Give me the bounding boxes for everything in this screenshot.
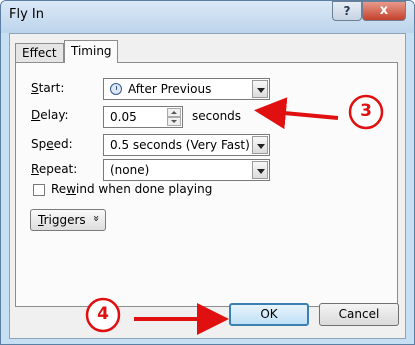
close-button[interactable]: x [362,1,406,21]
rewind-label-text: ind when done playing [76,182,213,196]
start-label: Start: [31,81,64,95]
speed-select[interactable]: 0.5 seconds (Very Fast) [103,134,270,156]
chevron-down-icon[interactable] [252,80,268,98]
repeat-value: (none) [110,163,150,177]
tab-timing[interactable]: Timing [64,40,118,63]
callout-number-4: 4 [97,304,109,324]
window-title: Fly In [9,7,44,22]
rewind-label[interactable]: Rewind when done playing [51,182,212,196]
delay-label-mnemonic: D [31,108,41,122]
delay-spinner[interactable]: 0.05 [103,106,183,128]
speed-label: Speed: [31,137,73,151]
repeat-select[interactable]: (none) [103,159,270,181]
tab-effect[interactable]: Effect [15,43,64,62]
chevron-down-icon[interactable] [252,136,268,154]
dialog-content: Effect Timing Start: After Previous Dela… [9,33,406,339]
start-select[interactable]: After Previous [103,78,270,100]
cancel-button[interactable]: Cancel [319,303,399,326]
delay-label: Delay: [31,108,69,122]
repeat-label-text: epeat: [38,162,78,176]
spin-up-icon[interactable] [167,108,181,117]
double-chevron-icon: » [89,215,103,222]
speed-label-pre: Sp [31,137,47,151]
triggers-label: Triggers [38,213,86,227]
speed-value: 0.5 seconds (Very Fast) [110,138,250,152]
clock-icon [110,83,122,95]
repeat-label: Repeat: [31,162,77,176]
help-button[interactable]: ? [332,1,362,21]
rewind-label-pre: Re [51,182,67,196]
start-label-text: tart: [38,81,65,95]
rewind-checkbox[interactable] [33,184,45,196]
delay-value: 0.05 [110,110,137,124]
delay-unit: seconds [192,109,242,123]
callout-number-3: 3 [360,101,372,121]
repeat-label-mnemonic: R [31,162,39,176]
speed-label-text: ed: [53,137,73,151]
dialog-window: Fly In ? x Effect Timing Start: After Pr… [0,0,415,345]
triggers-label-text: riggers [43,213,86,227]
chevron-down-icon[interactable] [252,161,268,179]
start-label-mnemonic: S [31,81,39,95]
ok-button[interactable]: OK [229,303,309,326]
rewind-label-mnemonic: w [66,182,77,196]
triggers-button[interactable]: Triggers » [30,209,106,231]
timing-panel: Start: After Previous Delay: 0.05 second… [15,62,398,307]
spin-down-icon[interactable] [167,117,181,126]
title-bar[interactable]: Fly In ? x [1,1,414,33]
delay-label-text: elay: [40,108,69,122]
start-value: After Previous [128,82,212,96]
speed-label-mnemonic: e [46,137,54,151]
